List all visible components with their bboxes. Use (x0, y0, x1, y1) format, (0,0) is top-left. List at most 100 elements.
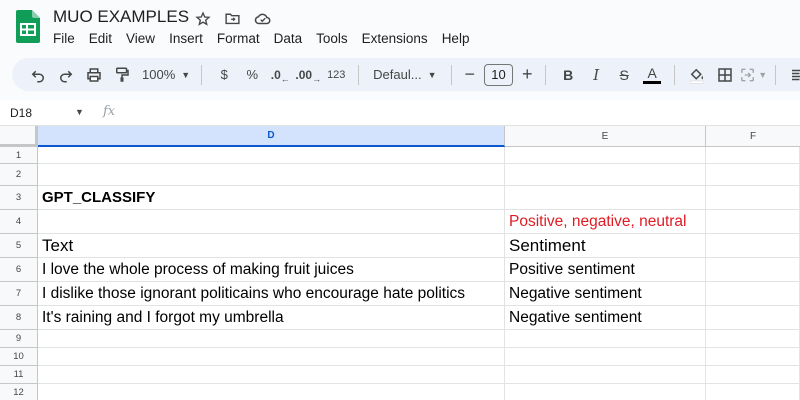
cell-e4[interactable]: Positive, negative, neutral (505, 210, 706, 234)
decrease-font-size-button[interactable]: − (460, 62, 480, 88)
menu-file[interactable]: File (53, 30, 82, 47)
increase-decimal-label: .00 (295, 67, 313, 82)
cell-f11[interactable] (706, 366, 800, 384)
fill-color-icon (690, 68, 705, 83)
row-header-7[interactable]: 7 (0, 282, 38, 306)
borders-button[interactable] (711, 62, 739, 88)
row-header-4[interactable]: 4 (0, 210, 38, 234)
cell-f8[interactable] (706, 306, 800, 330)
text-color-button[interactable]: A (638, 62, 666, 88)
currency-format-button[interactable]: $ (210, 62, 238, 88)
paint-format-icon (116, 67, 129, 82)
font-value: Defaul... (373, 67, 422, 82)
row-header-3[interactable]: 3 (0, 186, 38, 210)
percent-format-button[interactable]: % (238, 62, 266, 88)
row-header-10[interactable]: 10 (0, 348, 38, 366)
cell-d11[interactable] (38, 366, 505, 384)
cell-e2[interactable] (505, 164, 706, 186)
strikethrough-button[interactable]: S (610, 62, 638, 88)
cell-f10[interactable] (706, 348, 800, 366)
select-all-corner[interactable] (0, 126, 38, 147)
cell-d1[interactable] (38, 147, 505, 164)
toolbar-divider (775, 64, 777, 85)
print-button[interactable] (80, 62, 108, 88)
star-icon[interactable] (193, 9, 212, 28)
cell-e6[interactable]: Positive sentiment (505, 258, 706, 282)
cell-d3[interactable]: GPT_CLASSIFY (38, 186, 505, 210)
cell-f3[interactable] (706, 186, 800, 210)
cell-f1[interactable] (706, 147, 800, 164)
cell-e9[interactable] (505, 330, 706, 348)
cell-d2[interactable] (38, 164, 505, 186)
row-header-5[interactable]: 5 (0, 234, 38, 258)
cell-d4[interactable] (38, 210, 505, 234)
row-header-6[interactable]: 6 (0, 258, 38, 282)
arrow-left-icon: ← (280, 73, 290, 84)
menu-data[interactable]: Data (274, 30, 310, 47)
row-header-8[interactable]: 8 (0, 306, 38, 330)
increase-decimal-button[interactable]: .00 → (294, 62, 322, 88)
merge-cells-icon (741, 68, 755, 81)
cloud-saved-icon[interactable] (253, 9, 272, 28)
column-header-d[interactable]: D (38, 126, 505, 147)
cell-e10[interactable] (505, 348, 706, 366)
menu-bar: File Edit View Insert Format Data Tools … (53, 30, 483, 47)
cell-d5[interactable]: Text (38, 234, 505, 258)
row-header-1[interactable]: 1 (0, 147, 38, 164)
menu-insert[interactable]: Insert (169, 30, 210, 47)
menu-extensions[interactable]: Extensions (362, 30, 435, 47)
fill-color-button[interactable] (683, 62, 711, 88)
menu-edit[interactable]: Edit (89, 30, 119, 47)
cell-f6[interactable] (706, 258, 800, 282)
cell-e12[interactable] (505, 384, 706, 400)
zoom-select[interactable]: 100% ▼ (136, 62, 193, 88)
cell-f5[interactable] (706, 234, 800, 258)
cell-f4[interactable] (706, 210, 800, 234)
number-format-button[interactable]: 123 (322, 62, 350, 88)
menu-format[interactable]: Format (217, 30, 267, 47)
cell-e11[interactable] (505, 366, 706, 384)
italic-button[interactable]: I (582, 62, 610, 88)
title-bar: MUO EXAMPLES File Edit View Insert Forma… (0, 0, 800, 56)
cell-e8[interactable]: Negative sentiment (505, 306, 706, 330)
cell-d8[interactable]: It's raining and I forgot my umbrella (38, 306, 505, 330)
row-header-9[interactable]: 9 (0, 330, 38, 348)
name-box[interactable]: D18 (10, 106, 32, 120)
cell-f12[interactable] (706, 384, 800, 400)
cell-f2[interactable] (706, 164, 800, 186)
menu-tools[interactable]: Tools (316, 30, 355, 47)
font-size-input[interactable]: 10 (483, 63, 514, 86)
cell-e1[interactable] (505, 147, 706, 164)
cell-d6[interactable]: I love the whole process of making fruit… (38, 258, 505, 282)
increase-font-size-button[interactable]: + (517, 62, 537, 88)
chevron-down-icon[interactable]: ▼ (75, 107, 84, 117)
menu-view[interactable]: View (126, 30, 162, 47)
move-folder-icon[interactable] (223, 9, 242, 28)
menu-help[interactable]: Help (442, 30, 477, 47)
cell-f7[interactable] (706, 282, 800, 306)
sheets-logo-icon[interactable] (16, 10, 40, 43)
cell-e3[interactable] (505, 186, 706, 210)
decrease-decimal-button[interactable]: .0 ← (266, 62, 294, 88)
bold-button[interactable]: B (554, 62, 582, 88)
document-title[interactable]: MUO EXAMPLES (53, 7, 189, 27)
cell-d10[interactable] (38, 348, 505, 366)
column-header-f[interactable]: F (706, 126, 800, 147)
paint-format-button[interactable] (108, 62, 136, 88)
horizontal-align-button[interactable] (784, 62, 800, 88)
row-header-2[interactable]: 2 (0, 164, 38, 186)
row-header-12[interactable]: 12 (0, 384, 38, 400)
cell-f9[interactable] (706, 330, 800, 348)
cell-e7[interactable]: Negative sentiment (505, 282, 706, 306)
column-header-e[interactable]: E (505, 126, 706, 147)
cell-e5[interactable]: Sentiment (505, 234, 706, 258)
cell-d7[interactable]: I dislike those ignorant politicains who… (38, 282, 505, 306)
merge-cells-button[interactable]: ▼ (739, 62, 767, 88)
font-select[interactable]: Defaul... ▼ (367, 62, 443, 88)
redo-button[interactable] (52, 62, 80, 88)
text-color-label: A (647, 64, 657, 81)
undo-button[interactable] (24, 62, 52, 88)
row-header-11[interactable]: 11 (0, 366, 38, 384)
cell-d9[interactable] (38, 330, 505, 348)
cell-d12[interactable] (38, 384, 505, 400)
